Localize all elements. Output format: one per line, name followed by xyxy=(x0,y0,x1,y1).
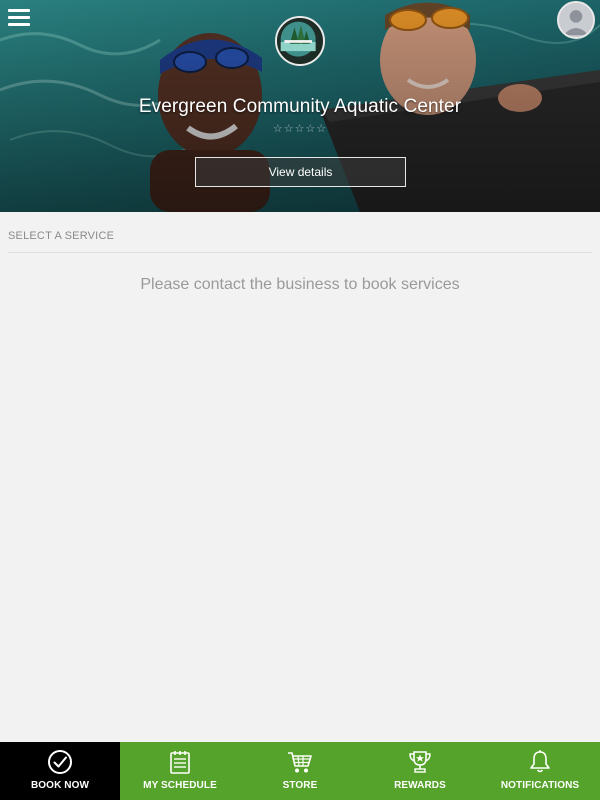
calendar-icon xyxy=(170,751,190,774)
nav-label: MY SCHEDULE xyxy=(143,780,217,791)
business-name: Evergreen Community Aquatic Center xyxy=(138,96,462,117)
section-label: SELECT A SERVICE xyxy=(8,230,115,242)
nav-my-schedule[interactable]: MY SCHEDULE xyxy=(120,742,240,800)
view-details-button[interactable]: View details xyxy=(195,157,406,187)
bottom-navigation: BOOK NOW MY SCHEDULE STORE REWARDS NOTIF… xyxy=(0,742,600,800)
nav-rewards[interactable]: REWARDS xyxy=(360,742,480,800)
hamburger-menu-icon[interactable] xyxy=(8,9,30,29)
trophy-icon xyxy=(409,751,431,773)
divider xyxy=(8,252,592,253)
nav-store[interactable]: STORE xyxy=(240,742,360,800)
empty-services-message: Please contact the business to book serv… xyxy=(140,276,460,293)
bell-icon xyxy=(530,750,550,773)
nav-label: REWARDS xyxy=(394,780,446,791)
nav-label: NOTIFICATIONS xyxy=(500,780,580,791)
nav-notifications[interactable]: NOTIFICATIONS xyxy=(480,742,600,800)
hero-banner: Evergreen Community Aquatic Center ☆☆☆☆☆… xyxy=(0,0,600,212)
cart-icon xyxy=(288,752,312,773)
business-logo xyxy=(275,16,325,66)
check-circle-icon xyxy=(48,750,72,774)
nav-label: STORE xyxy=(282,780,318,791)
user-avatar-icon[interactable] xyxy=(557,1,595,39)
nav-book-now[interactable]: BOOK NOW xyxy=(0,742,120,800)
rating-stars: ☆☆☆☆☆ xyxy=(272,123,328,135)
nav-label: BOOK NOW xyxy=(30,780,90,791)
